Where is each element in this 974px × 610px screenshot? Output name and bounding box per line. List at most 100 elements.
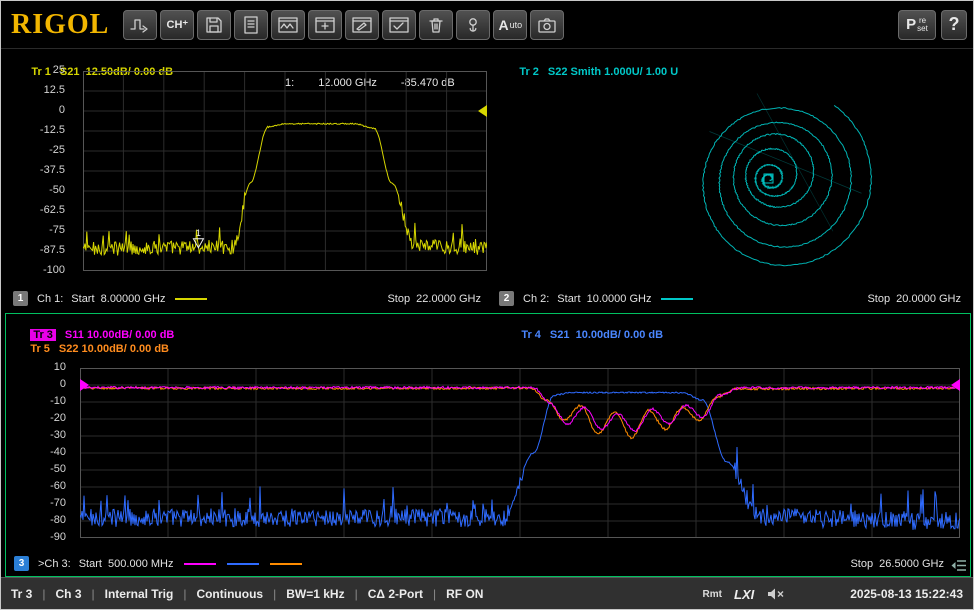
status-separator: | [433,587,436,601]
status-item-6[interactable]: RF ON [446,587,483,601]
screenshot-button[interactable] [530,10,564,40]
ref-level-marker [80,379,89,391]
y-tick: -50 [6,463,66,476]
trace-window-button[interactable] [271,10,305,40]
y-tick: -12.5 [5,124,65,137]
preset-button[interactable]: P reset [898,10,936,40]
status-bar: Tr 3 | Ch 3 | Internal Trig | Continuous | BW=1 … [1,577,973,610]
chart1-plot[interactable]: 1 [83,71,487,271]
report-icon [240,15,262,35]
status-separator: | [183,587,186,601]
smith-trace [703,105,872,265]
y-tick: -25 [5,144,65,157]
y-tick: -30 [6,429,66,442]
delete-button[interactable] [419,10,453,40]
trace4-swatch [227,563,259,565]
trash-icon [425,15,447,35]
y-tick: -100 [5,264,65,277]
report-button[interactable] [234,10,268,40]
channel3-stop: Stop 26.5000 GHz [850,558,944,570]
chart1-y-axis: 2512.50-12.5-25-37.5-50-62.5-75-87.5-100 [5,51,71,311]
channel2-start: Start 10.0000 GHz [557,293,651,305]
ch-plus-label: CH⁺ [167,18,189,31]
channel2-window[interactable]: Tr 2S22 Smith 1.000U/ 1.00 U 2 Ch 2: Sta… [491,51,971,311]
status-right: Rmt LXI 2025-08-13 15:22:43 [703,587,963,602]
status-item-3[interactable]: Continuous [196,587,263,601]
chart3-plot[interactable] [80,368,960,538]
channel1-stop: Stop 22.0000 GHz [387,293,481,305]
y-tick: 25 [5,64,65,77]
trace1-swatch [175,298,207,300]
window-edit-icon [351,15,373,35]
channel1-label: Ch 1: [37,293,63,305]
camera-icon [536,15,558,35]
y-tick: -70 [6,497,66,510]
help-button[interactable]: ? [941,10,967,40]
window-trace-icon [277,15,299,35]
ref-level-marker [478,105,487,117]
chart2-plot[interactable] [491,67,971,283]
trace5-swatch [270,563,302,565]
vna-screen: RIGOL CH⁺ [0,0,974,610]
save-icon [203,15,225,35]
channel2-label: Ch 2: [523,293,549,305]
channel2-badge[interactable]: 2 [499,291,514,306]
chart3-footer: 3 >Ch 3: Start 500.000 MHz Stop 26.5000 … [14,556,962,571]
chart3-y-axis: 100-10-20-30-40-50-60-70-80-90 [6,314,72,576]
channel1-badge[interactable]: 1 [13,291,28,306]
save-button[interactable] [197,10,231,40]
ref-level-marker [951,379,960,391]
y-tick: -20 [6,412,66,425]
trace3-swatch [184,563,216,565]
mute-icon[interactable] [766,587,786,601]
channel3-badge[interactable]: 3 [14,556,29,571]
remote-indicator[interactable]: Rmt [703,589,722,600]
status-item-0[interactable]: Tr 3 [11,587,32,601]
channel3-window[interactable]: Tr 3S11 10.00dB/ 0.00 dB Tr 4S21 10.00dB… [5,313,971,577]
channel1-window[interactable]: Tr 1S21 12.50dB/ 0.00 dB 1: 12.000 GHz -… [5,51,491,311]
status-separator: | [42,587,45,601]
y-tick: -50 [5,184,65,197]
trace5-info: S22 10.00dB/ 0.00 dB [59,343,169,355]
add-channel-button[interactable]: CH⁺ [160,10,194,40]
y-tick: -37.5 [5,164,65,177]
status-item-1[interactable]: Ch 3 [55,587,81,601]
trace2-swatch [661,298,693,300]
toolbar: RIGOL CH⁺ [1,1,973,49]
cal-window-button[interactable] [382,10,416,40]
edit-window-button[interactable] [345,10,379,40]
y-tick: -87.5 [5,244,65,257]
window-add-icon [314,15,336,35]
y-tick: -62.5 [5,204,65,217]
channel3-start: Start 500.000 MHz [79,558,174,570]
trace4-label[interactable]: Tr 4 [521,329,541,341]
y-tick: -40 [6,446,66,459]
channel1-start: Start 8.00000 GHz [71,293,165,305]
touch-icon [462,15,484,35]
status-separator: | [355,587,358,601]
y-tick: -60 [6,480,66,493]
chart2-footer: 2 Ch 2: Start 10.0000 GHz Stop 20.0000 G… [499,291,963,306]
y-tick: 12.5 [5,84,65,97]
add-trace-window-button[interactable] [308,10,342,40]
preset-label-big: P [906,16,916,33]
status-separator: | [273,587,276,601]
meas-setup-button[interactable] [123,10,157,40]
status-separator: | [92,587,95,601]
status-item-5[interactable]: CΔ 2-Port [368,587,423,601]
channel2-stop: Stop 20.0000 GHz [867,293,961,305]
touch-button[interactable] [456,10,490,40]
trace4-info: S21 10.00dB/ 0.00 dB [550,329,663,341]
svg-text:1: 1 [196,228,201,238]
preset-label-bottom: set [917,25,928,33]
status-items: Tr 3 | Ch 3 | Internal Trig | Continuous | BW=1 … [11,587,483,601]
datetime: 2025-08-13 15:22:43 [850,587,963,601]
pulse-icon [129,15,151,35]
status-item-4[interactable]: BW=1 kHz [286,587,344,601]
lxi-indicator[interactable]: LXI [734,587,754,602]
status-item-2[interactable]: Internal Trig [105,587,174,601]
toolbar-buttons: CH⁺ [123,10,564,40]
preset-label-stack: reset [917,17,928,33]
menu-expand-icon[interactable] [951,559,967,572]
auto-scale-button[interactable]: Auto [493,10,527,40]
